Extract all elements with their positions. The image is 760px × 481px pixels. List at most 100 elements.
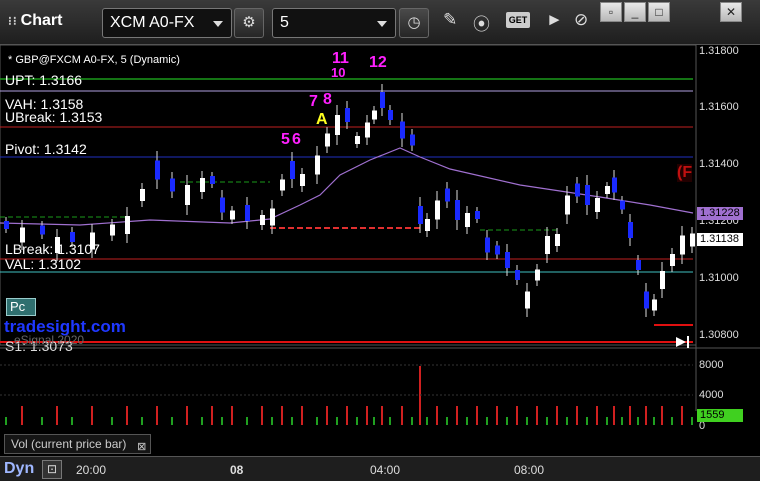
- time-axis-bar: Dyn ⊡ 20:00 08 04:00 08:00: [0, 456, 760, 481]
- volume-bar: [201, 417, 203, 425]
- volume-bar: [366, 406, 368, 425]
- candle-body: [220, 197, 225, 213]
- chevron-down-icon[interactable]: [377, 21, 387, 27]
- candle-body: [435, 200, 440, 220]
- volume-bar: [301, 406, 303, 425]
- candle-body: [325, 133, 330, 147]
- volume-bar: [645, 406, 647, 425]
- candle-body: [335, 115, 340, 135]
- candle-body: [400, 121, 405, 139]
- candle-body: [485, 237, 490, 253]
- minimize-button[interactable]: _: [624, 2, 646, 22]
- candle-body: [595, 198, 600, 212]
- volume-bar: [111, 417, 113, 425]
- candle-body: [660, 271, 665, 289]
- candle-body: [620, 200, 625, 210]
- volume-tag: 1559: [697, 409, 743, 422]
- restore-button[interactable]: ▫: [600, 2, 622, 22]
- pc-badge[interactable]: Pc: [6, 298, 36, 316]
- volume-bar: [476, 406, 478, 425]
- candle-body: [210, 176, 215, 184]
- time-axis-label: 20:00: [76, 463, 107, 477]
- price-chart[interactable]: [0, 45, 760, 481]
- settings-button[interactable]: ⚙: [234, 8, 264, 38]
- get-data-button[interactable]: GET: [506, 12, 530, 28]
- candle-body: [585, 185, 590, 205]
- interval-select[interactable]: 5: [272, 8, 396, 38]
- volume-bar: [281, 406, 283, 425]
- volume-bar: [211, 406, 213, 425]
- close-button[interactable]: ✕: [720, 2, 742, 22]
- maximize-icon: □: [655, 5, 663, 19]
- candle-body: [636, 260, 641, 270]
- candle-body: [455, 200, 460, 220]
- volume-bar: [316, 417, 318, 425]
- marker-a: A: [316, 111, 328, 128]
- candle-body: [155, 160, 160, 180]
- last-price-tag: 1.31138: [697, 233, 743, 246]
- volume-bar: [436, 406, 438, 425]
- volume-bar: [401, 406, 403, 425]
- candle-body: [380, 92, 385, 108]
- app-title: ⁝⁝ Chart: [8, 12, 62, 30]
- volume-bar: [381, 406, 383, 425]
- candle-body: [525, 291, 530, 309]
- candle-body: [535, 269, 540, 281]
- maximize-button[interactable]: □: [648, 2, 670, 22]
- candle-body: [280, 179, 285, 191]
- volume-bar: [536, 406, 538, 425]
- time-axis-label: 08:00: [514, 463, 545, 477]
- price-axis-label: 1.31600: [699, 101, 739, 113]
- volume-bar: [346, 406, 348, 425]
- pencil-icon[interactable]: ✎: [443, 10, 457, 30]
- lbreak-label: LBreak: 1.3107: [5, 241, 100, 257]
- get-label: GET: [508, 15, 528, 25]
- play-icon[interactable]: ►: [546, 10, 563, 30]
- candle-body: [260, 215, 265, 225]
- candle-body: [418, 206, 423, 224]
- candle-body: [140, 189, 145, 201]
- candle-body: [125, 216, 130, 234]
- volume-bar: [426, 417, 428, 425]
- volume-bar: [5, 417, 7, 425]
- volume-bar: [621, 417, 623, 425]
- time-button[interactable]: ◷: [399, 8, 429, 38]
- candle-body: [355, 136, 360, 144]
- chart-area[interactable]: * GBP@FXCM A0-FX, 5 (Dynamic) UPT: 1.316…: [0, 45, 760, 481]
- close-icon[interactable]: ⊠: [137, 438, 146, 456]
- grip-icon: ⁝⁝: [8, 14, 18, 28]
- time-axis-label: 08: [230, 463, 244, 477]
- candle-body: [365, 122, 370, 138]
- upt-label: UPT: 1.3166: [5, 72, 83, 88]
- volume-bar: [271, 417, 273, 425]
- clock-icon: ◷: [407, 14, 421, 31]
- volume-bar: [613, 406, 615, 425]
- price-axis-label: 1.31800: [699, 45, 739, 57]
- volume-study-label[interactable]: Vol (current price bar) ⊠: [4, 434, 152, 456]
- volume-bar: [221, 417, 223, 425]
- symbol-select[interactable]: XCM A0-FX: [102, 8, 232, 38]
- volume-bar: [411, 417, 413, 425]
- volume-bar: [356, 417, 358, 425]
- link-icon[interactable]: ⊘: [574, 10, 588, 30]
- study-icon[interactable]: ⦿: [473, 10, 490, 35]
- candle-body: [652, 299, 657, 311]
- volume-bar: [326, 406, 328, 425]
- volume-bar: [91, 406, 93, 425]
- candle-body: [300, 174, 305, 186]
- price-panel: [0, 45, 697, 346]
- marker-6: 6: [292, 131, 301, 148]
- marker-7: 7: [309, 93, 318, 110]
- volume-bar: [126, 406, 128, 425]
- chevron-down-icon[interactable]: [213, 21, 223, 27]
- app-title-text: Chart: [20, 12, 63, 29]
- lock-button[interactable]: ⊡: [42, 460, 62, 479]
- symbol-value: XCM A0-FX: [110, 14, 195, 31]
- copyright: eSignal 2020: [14, 333, 85, 347]
- volume-bar: [336, 417, 338, 425]
- dynamic-mode-label[interactable]: Dyn: [4, 460, 34, 478]
- volume-bar: [691, 417, 693, 425]
- volume-bar: [71, 417, 73, 425]
- volume-bar: [246, 417, 248, 425]
- volume-bar: [486, 417, 488, 425]
